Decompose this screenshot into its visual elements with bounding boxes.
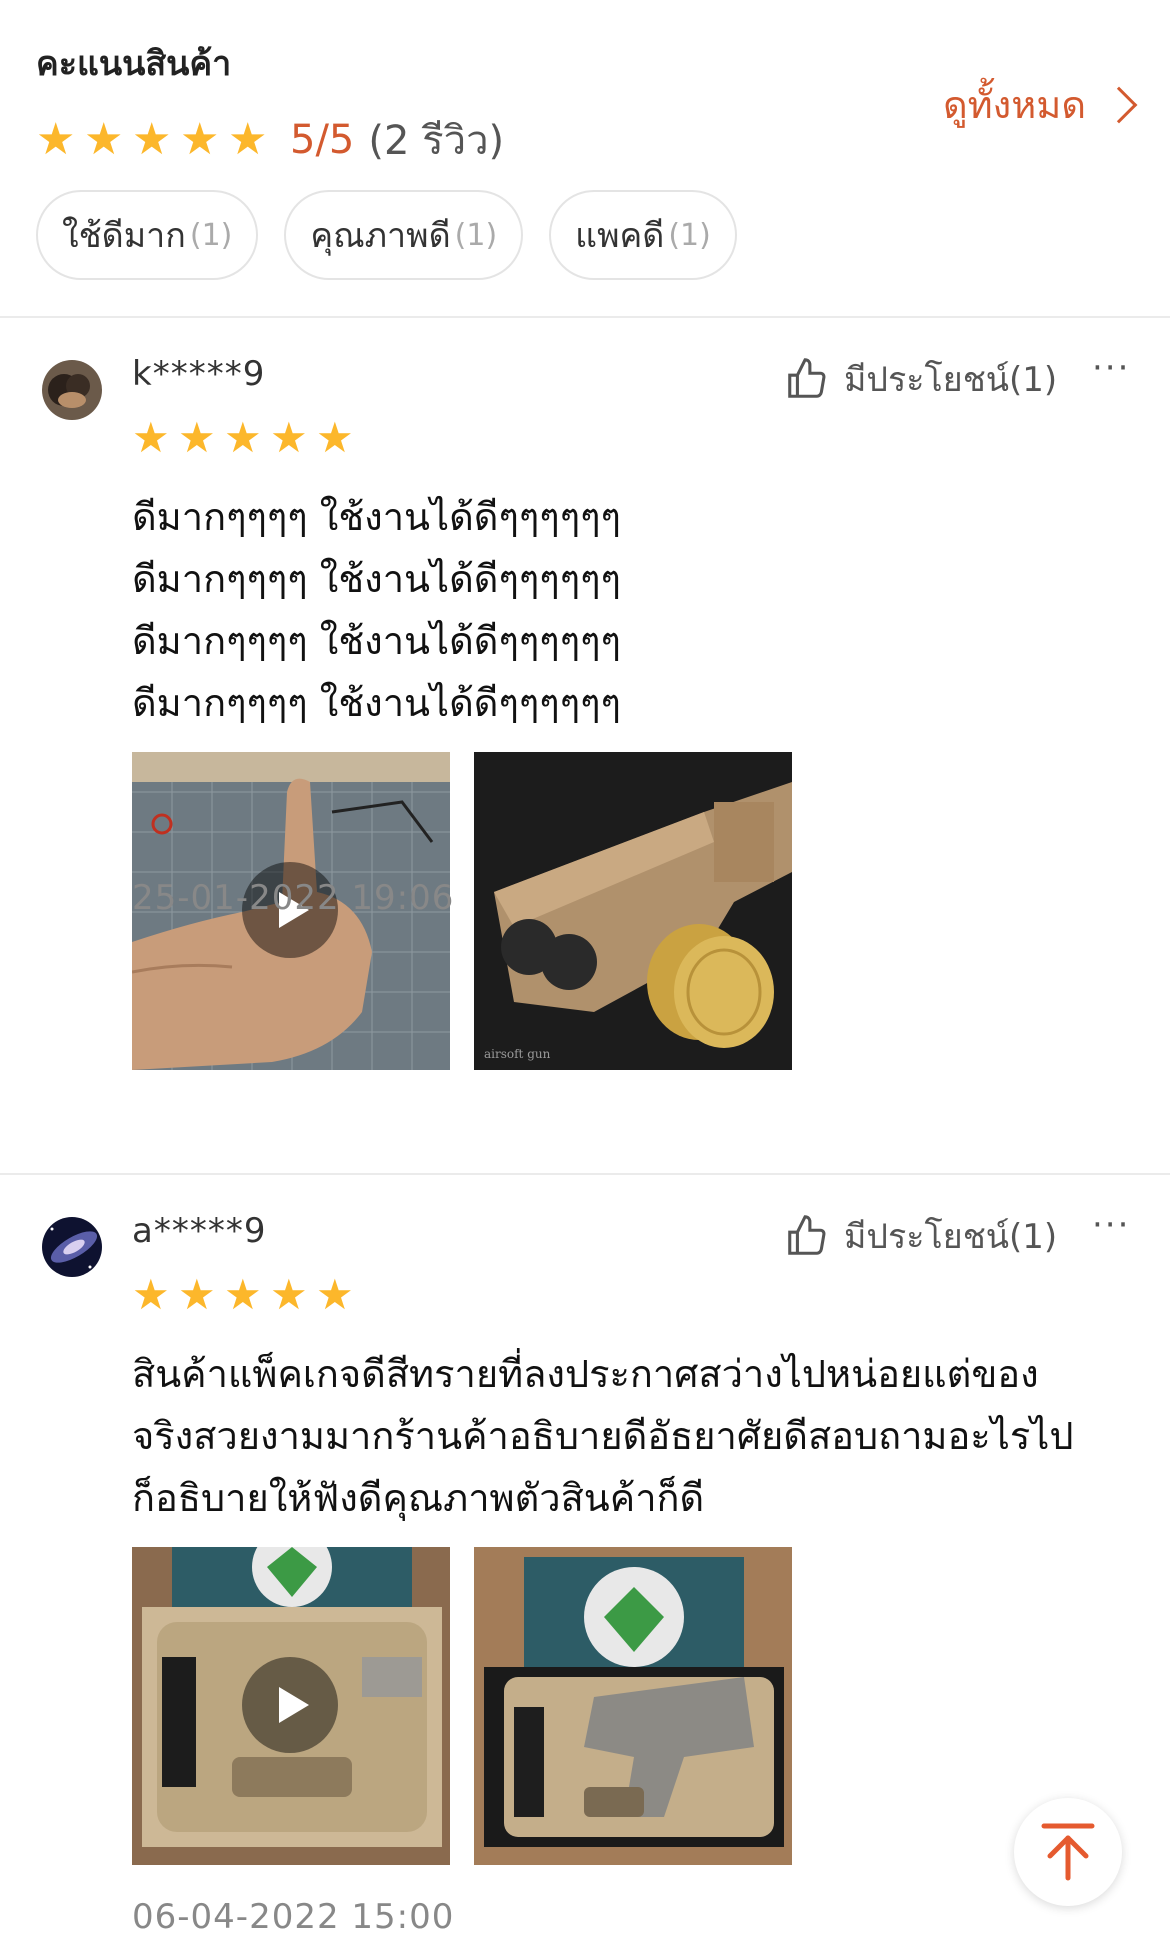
reviewer-name: a*****9 bbox=[132, 1211, 267, 1251]
back-to-top-button[interactable] bbox=[1014, 1798, 1122, 1906]
star-icon: ★ bbox=[316, 413, 354, 462]
tag-count: (1) bbox=[668, 217, 711, 253]
review-date: 06-04-2022 15:00 bbox=[132, 1897, 455, 1937]
avatar[interactable] bbox=[42, 1217, 102, 1277]
review-date: 25-01-2022 19:06 bbox=[132, 878, 455, 918]
review-stars: ★ ★ ★ ★ ★ bbox=[132, 1270, 354, 1319]
star-icon: ★ bbox=[132, 114, 172, 165]
overall-rating: ★ ★ ★ ★ ★ 5/5 (2 รีวิว) bbox=[36, 108, 504, 172]
more-options-icon[interactable]: ··· bbox=[1092, 348, 1130, 388]
more-options-icon[interactable]: ··· bbox=[1092, 1205, 1130, 1245]
play-icon bbox=[242, 1657, 338, 1753]
thumbs-up-icon bbox=[788, 358, 826, 398]
tag-count: (1) bbox=[454, 217, 498, 253]
tag-chip[interactable]: คุณภาพดี (1) bbox=[284, 190, 524, 280]
tag-count: (1) bbox=[189, 217, 233, 253]
helpful-button[interactable]: มีประโยชน์(1) bbox=[784, 1209, 1057, 1263]
see-all-link[interactable]: ดูทั้งหมด bbox=[942, 74, 1138, 135]
star-icon: ★ bbox=[224, 1270, 262, 1319]
star-icon: ★ bbox=[224, 413, 262, 462]
star-icon: ★ bbox=[84, 114, 124, 165]
review-stars: ★ ★ ★ ★ ★ bbox=[132, 413, 354, 462]
star-icon: ★ bbox=[228, 114, 268, 165]
star-icon: ★ bbox=[180, 114, 220, 165]
avatar[interactable] bbox=[42, 360, 102, 420]
helpful-label: มีประโยชน์(1) bbox=[844, 360, 1058, 400]
star-icon: ★ bbox=[178, 413, 216, 462]
rating-summary: คะแนนสินค้า ดูทั้งหมด ★ ★ ★ ★ ★ 5/5 (2 ร… bbox=[0, 0, 1170, 318]
divider bbox=[0, 1173, 1170, 1175]
tag-label: คุณภาพดี bbox=[310, 216, 451, 256]
see-all-label: ดูทั้งหมด bbox=[942, 83, 1086, 127]
star-icon: ★ bbox=[36, 114, 76, 165]
star-icon: ★ bbox=[316, 1270, 354, 1319]
watermark-label: airsoft gun bbox=[484, 1047, 551, 1061]
star-icon: ★ bbox=[270, 413, 308, 462]
chevron-right-icon bbox=[1100, 86, 1138, 123]
back-to-top-icon bbox=[1041, 1823, 1095, 1881]
review-text: ดีมากๆๆๆๆ ใช้งานได้ดีๆๆๆๆๆๆ ดีมากๆๆๆๆ ใช… bbox=[132, 495, 621, 725]
rating-count: (2 รีวิว) bbox=[368, 118, 505, 164]
star-icon: ★ bbox=[132, 413, 170, 462]
helpful-label: มีประโยชน์(1) bbox=[844, 1217, 1058, 1257]
section-title: คะแนนสินค้า bbox=[36, 44, 232, 84]
star-icon: ★ bbox=[132, 1270, 170, 1319]
video-thumbnail[interactable] bbox=[132, 1547, 450, 1865]
review-text: สินค้าแพ็คเกจดีสีทรายที่ลงประกาศสว่างไปห… bbox=[132, 1352, 1074, 1520]
thumbs-up-icon bbox=[788, 1215, 826, 1255]
star-icon: ★ bbox=[270, 1270, 308, 1319]
overall-stars: ★ ★ ★ ★ ★ bbox=[36, 114, 268, 165]
star-icon: ★ bbox=[178, 1270, 216, 1319]
tag-label: แพคดี bbox=[575, 216, 665, 256]
tag-label: ใช้ดีมาก bbox=[62, 216, 186, 256]
tag-chip[interactable]: แพคดี (1) bbox=[549, 190, 737, 280]
divider bbox=[0, 316, 1170, 318]
reviewer-name: k*****9 bbox=[132, 354, 266, 394]
helpful-button[interactable]: มีประโยชน์(1) bbox=[784, 352, 1057, 406]
photo-thumbnail[interactable] bbox=[474, 1547, 792, 1865]
tag-chip[interactable]: ใช้ดีมาก (1) bbox=[36, 190, 259, 280]
rating-score: 5/5 bbox=[290, 117, 355, 163]
review-media bbox=[132, 1547, 792, 1865]
photo-thumbnail[interactable]: airsoft gun bbox=[474, 752, 792, 1070]
review-tags: ใช้ดีมาก (1) คุณภาพดี (1) แพคดี (1) bbox=[36, 190, 737, 280]
